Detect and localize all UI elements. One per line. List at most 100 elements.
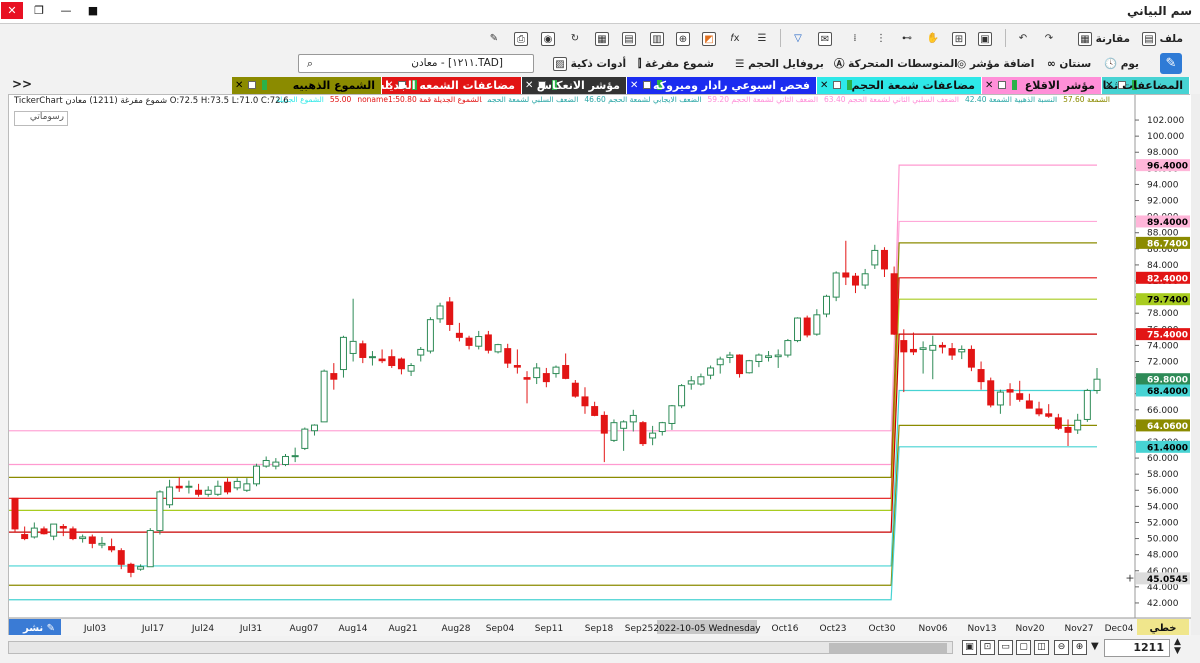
file-menu[interactable]: ملف ▤	[1142, 29, 1183, 49]
candle-body[interactable]	[59, 525, 67, 529]
candle-body[interactable]	[40, 528, 48, 535]
candle-body[interactable]	[368, 356, 376, 359]
candle-body[interactable]	[504, 348, 512, 364]
stepper-icon[interactable]: ▲ ▼	[1174, 638, 1181, 656]
tab-settings-icon[interactable]	[998, 81, 1006, 89]
crosshair-icon[interactable]: ◫	[1034, 640, 1049, 655]
measure-icon[interactable]: ⊷	[900, 32, 914, 46]
candle-body[interactable]	[977, 369, 985, 383]
candle-body[interactable]	[484, 334, 492, 351]
candle-body[interactable]	[417, 348, 425, 356]
formula-icon[interactable]: 𝑓x	[728, 32, 742, 46]
candle-body[interactable]	[446, 301, 454, 325]
redo-icon[interactable]: ↷	[1042, 32, 1056, 46]
candle-body[interactable]	[378, 358, 386, 362]
drawings-dropdown[interactable]: رسوماتي	[14, 111, 68, 126]
candle-body[interactable]	[851, 275, 859, 286]
candle-body[interactable]	[465, 337, 473, 346]
bars-icon[interactable]: ▥	[650, 32, 664, 46]
candle-body[interactable]	[233, 480, 241, 489]
candle-body[interactable]	[388, 356, 396, 367]
candle-body[interactable]	[987, 380, 995, 406]
record-button[interactable]: ■	[82, 2, 104, 19]
candle-body[interactable]	[687, 380, 695, 385]
horizontal-scrollbar[interactable]	[8, 641, 953, 654]
candle-body[interactable]	[475, 336, 483, 347]
candle-body[interactable]	[880, 249, 888, 270]
candle-body[interactable]	[310, 424, 318, 432]
candle-body[interactable]	[542, 373, 550, 383]
candle-body[interactable]	[397, 358, 405, 370]
candle-body[interactable]	[455, 332, 463, 338]
candle-body[interactable]	[967, 348, 975, 368]
symbol-search-input[interactable]: [TAD.١٢١١] - معادن ⌕	[298, 54, 534, 73]
candle-body[interactable]	[146, 530, 154, 568]
hand-icon[interactable]: ✋	[926, 32, 940, 46]
candle-body[interactable]	[784, 340, 792, 356]
smart-tools-button[interactable]: أدوات ذكية ▨	[553, 54, 626, 74]
table-icon[interactable]: ▤	[622, 32, 636, 46]
candle-body[interactable]	[79, 536, 87, 540]
candle-body[interactable]	[175, 485, 183, 489]
brush-icon[interactable]: ✎	[487, 32, 501, 46]
candle-body[interactable]	[948, 348, 956, 356]
candle-body[interactable]	[716, 358, 724, 366]
candle-body[interactable]	[591, 406, 599, 416]
indicator-tab-1[interactable]: ✕المضاعفات ثماني	[1102, 77, 1190, 94]
candle-body[interactable]	[30, 527, 38, 538]
candle-body[interactable]	[1045, 413, 1053, 417]
candle-body[interactable]	[21, 534, 29, 540]
candle-body[interactable]	[426, 319, 434, 352]
candle-body[interactable]	[533, 367, 541, 379]
candle-body[interactable]	[1083, 389, 1091, 420]
indicator-tab-7[interactable]: ✕ الشموع الذهبيه	[232, 77, 382, 94]
candle-body[interactable]	[166, 486, 174, 506]
candle-body[interactable]	[900, 340, 908, 353]
chart-area[interactable]: 42.000 44.000 46.000 48.000 50.000 52.000 54.0…	[8, 94, 1191, 636]
candle-body[interactable]	[407, 365, 415, 372]
dropdown-arrow-icon[interactable]: ▼	[1091, 641, 1099, 652]
candle-body[interactable]	[88, 536, 96, 544]
candle-body[interactable]	[678, 385, 686, 407]
candle-body[interactable]	[262, 459, 270, 467]
candle-body[interactable]	[958, 348, 966, 353]
candle-body[interactable]	[272, 461, 280, 467]
candle-body[interactable]	[11, 497, 19, 530]
candle-body[interactable]	[755, 354, 763, 362]
indicator-tab-2[interactable]: ✕ مؤشر الاقلاع	[982, 77, 1102, 94]
candle-body[interactable]	[117, 550, 125, 565]
indicator-tab-3[interactable]: ✕ مضاعفات شمعة الحجم	[817, 77, 982, 94]
candle-body[interactable]	[214, 485, 222, 495]
indicator-tab-6[interactable]: ✕ مضاعفات الشمعه الجديله	[382, 77, 522, 94]
tab-settings-icon[interactable]	[248, 81, 256, 89]
camera-icon[interactable]: ◉	[541, 32, 555, 46]
candle-body[interactable]	[871, 249, 879, 266]
candle-body[interactable]	[204, 489, 212, 495]
vertical-scrollbar[interactable]	[1191, 94, 1200, 635]
candle-body[interactable]	[523, 377, 531, 380]
candle-body[interactable]	[890, 273, 898, 335]
candle-body[interactable]	[610, 422, 618, 441]
draw-pencil-button[interactable]: ✎	[1160, 53, 1182, 74]
candle-body[interactable]	[127, 563, 135, 573]
candle-body[interactable]	[301, 428, 309, 449]
candle-body[interactable]	[1006, 389, 1014, 393]
candle-body[interactable]	[600, 414, 608, 434]
zoom-out-icon[interactable]: ▭	[998, 640, 1013, 655]
layout-icon[interactable]: ⊞	[952, 32, 966, 46]
candle-body[interactable]	[291, 455, 299, 458]
magnify-out-icon[interactable]: ⊖	[1054, 640, 1069, 655]
candle-body[interactable]	[69, 528, 77, 540]
tab-close-icon[interactable]: ✕	[235, 77, 243, 94]
close-window-button[interactable]: ✕	[1, 2, 23, 19]
candle-body[interactable]	[108, 546, 116, 551]
tab-close-icon[interactable]: ✕	[985, 77, 993, 94]
candle-body[interactable]	[938, 344, 946, 348]
zoom-fit-icon[interactable]: ⊡	[980, 640, 995, 655]
period-day-button[interactable]: يوم 🕓	[1104, 54, 1139, 74]
candle-body[interactable]	[861, 273, 869, 286]
zoom-in-icon[interactable]: ▢	[1016, 640, 1031, 655]
volume-profile-button[interactable]: بروفايل الحجم ☰	[735, 54, 824, 74]
candle-body[interactable]	[1025, 400, 1033, 409]
candle-body[interactable]	[50, 523, 58, 537]
